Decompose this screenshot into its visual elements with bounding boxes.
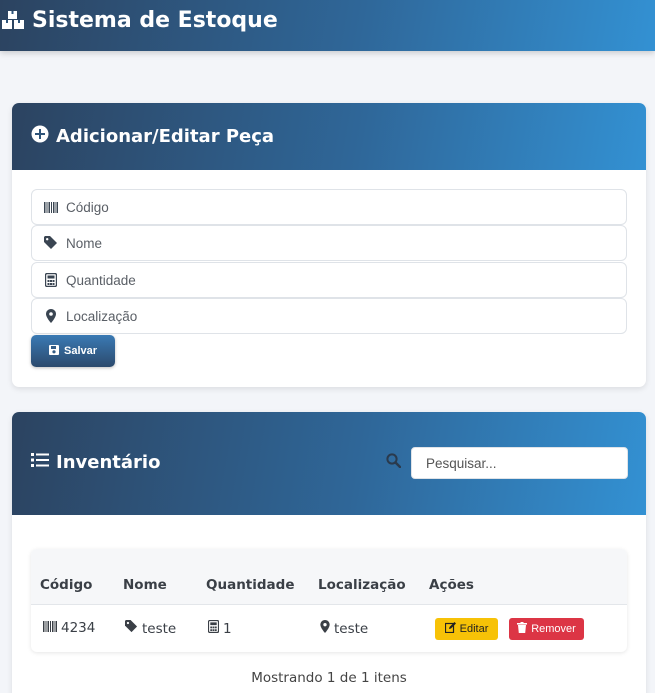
tag-icon	[44, 236, 58, 250]
cell-codigo: 4234	[43, 620, 95, 636]
search-group	[386, 447, 628, 479]
search-icon	[386, 453, 402, 473]
barcode-icon	[43, 620, 57, 636]
edit-button-label: Editar	[459, 623, 489, 635]
edit-icon	[444, 622, 456, 636]
table-header: Código Nome Quantidade Localização Ações	[31, 549, 627, 605]
map-marker-icon	[44, 309, 58, 323]
calculator-icon	[44, 273, 58, 287]
col-acoes: Ações	[429, 577, 474, 593]
col-codigo: Código	[40, 577, 93, 593]
col-quantidade: Quantidade	[206, 577, 295, 593]
inventory-card: Inventário Código Nome Quantidade Locali…	[12, 412, 646, 693]
map-marker-icon	[320, 620, 330, 637]
tag-icon	[125, 620, 138, 637]
localizacao-input[interactable]	[66, 308, 606, 324]
nome-value: teste	[142, 620, 177, 637]
inventory-header: Inventário	[12, 412, 646, 515]
inventory-table: Código Nome Quantidade Localização Ações…	[31, 549, 627, 652]
app-header: Sistema de Estoque	[0, 0, 655, 51]
trash-icon	[517, 622, 528, 636]
app-title-group: Sistema de Estoque	[0, 2, 278, 38]
app-title: Sistema de Estoque	[32, 7, 278, 33]
nome-input[interactable]	[66, 235, 606, 251]
quantidade-value: 1	[223, 620, 232, 637]
codigo-input[interactable]	[66, 199, 606, 215]
inventory-title: Inventário	[56, 452, 161, 473]
localizacao-field[interactable]	[31, 298, 627, 334]
boxes-icon	[0, 9, 26, 31]
barcode-icon	[44, 200, 58, 214]
table-row: 4234 teste 1 teste Editar Remover	[31, 606, 627, 652]
remove-button-label: Remover	[531, 623, 576, 635]
save-icon	[48, 344, 59, 358]
search-input[interactable]	[411, 447, 628, 479]
save-button-label: Salvar	[63, 345, 98, 357]
localizacao-value: teste	[334, 620, 369, 637]
codigo-value: 4234	[61, 620, 96, 636]
col-localizacao: Localização	[318, 577, 406, 593]
cell-localizacao: teste	[320, 620, 368, 637]
cell-nome: teste	[125, 620, 176, 637]
codigo-field[interactable]	[31, 189, 627, 225]
quantidade-input[interactable]	[66, 272, 606, 288]
item-count-text: Mostrando 1 de 1 itens	[251, 670, 407, 686]
part-form-card: Adicionar/Editar Peça Código Nome Quanti…	[12, 103, 646, 387]
edit-button[interactable]: Editar	[435, 618, 498, 640]
quantidade-field[interactable]	[31, 262, 627, 298]
nome-field[interactable]	[31, 225, 627, 261]
save-button[interactable]: Salvar	[31, 335, 115, 367]
list-icon	[31, 452, 49, 473]
remove-button[interactable]: Remover	[509, 618, 584, 640]
plus-circle-icon	[31, 125, 49, 148]
part-form-title: Adicionar/Editar Peça	[56, 126, 275, 147]
calculator-icon	[207, 619, 220, 637]
part-form-header: Adicionar/Editar Peça	[12, 103, 646, 170]
cell-quantidade: 1	[207, 619, 232, 637]
col-nome: Nome	[123, 577, 167, 593]
